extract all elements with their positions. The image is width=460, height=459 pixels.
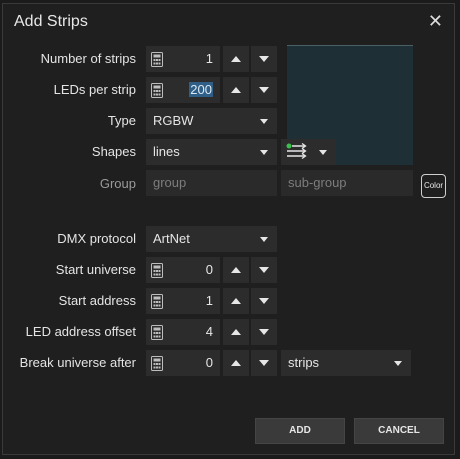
- group-label: Group: [99, 176, 136, 191]
- triangle-up-icon: [231, 56, 241, 62]
- number-of-strips-value[interactable]: 1: [168, 46, 220, 72]
- add-button[interactable]: ADD: [255, 418, 345, 444]
- start-universe-field[interactable]: 0: [146, 257, 220, 283]
- number-of-strips-increment[interactable]: [223, 46, 249, 72]
- shapes-label: Shapes: [91, 144, 136, 159]
- triangle-down-icon: [259, 329, 269, 335]
- triangle-up-icon: [231, 298, 241, 304]
- break-universe-after-decrement[interactable]: [251, 350, 277, 376]
- close-icon[interactable]: ✕: [428, 11, 443, 31]
- chevron-down-icon: [394, 361, 402, 366]
- led-address-offset-label: LED address offset: [25, 324, 136, 339]
- calculator-icon[interactable]: [146, 77, 168, 103]
- dmx-protocol-label: DMX protocol: [57, 231, 136, 246]
- start-universe-decrement[interactable]: [251, 257, 277, 283]
- start-address-increment[interactable]: [223, 288, 249, 314]
- color-button[interactable]: Color: [421, 174, 446, 198]
- break-unit-selected-value: strips: [288, 355, 320, 370]
- break-universe-after-field[interactable]: 0: [146, 350, 220, 376]
- type-select[interactable]: RGBW: [146, 108, 277, 134]
- shape-lines-icon: [286, 143, 307, 160]
- start-universe-increment[interactable]: [223, 257, 249, 283]
- leds-per-strip-label: LEDs per strip: [53, 82, 136, 97]
- sub-group-input[interactable]: sub-group: [281, 170, 413, 196]
- leds-per-strip-decrement[interactable]: [251, 77, 277, 103]
- cancel-button[interactable]: CANCEL: [354, 418, 444, 444]
- start-address-value[interactable]: 1: [168, 288, 220, 314]
- chevron-down-icon: [260, 150, 268, 155]
- group-input[interactable]: group: [146, 170, 277, 196]
- start-address-label: Start address: [58, 293, 136, 308]
- calculator-icon[interactable]: [146, 350, 168, 376]
- triangle-up-icon: [231, 329, 241, 335]
- leds-per-strip-selected-text: 200: [189, 82, 213, 97]
- leds-per-strip-value[interactable]: 200: [168, 77, 220, 103]
- triangle-down-icon: [259, 56, 269, 62]
- chevron-down-icon: [260, 237, 268, 242]
- dialog-title: Add Strips: [14, 13, 88, 30]
- led-address-offset-field[interactable]: 4: [146, 319, 220, 345]
- number-of-strips-field[interactable]: 1: [146, 46, 220, 72]
- triangle-down-icon: [259, 298, 269, 304]
- break-universe-after-increment[interactable]: [223, 350, 249, 376]
- triangle-up-icon: [231, 267, 241, 273]
- dmx-protocol-select[interactable]: ArtNet: [146, 226, 277, 252]
- break-unit-select[interactable]: strips: [281, 350, 411, 376]
- triangle-down-icon: [259, 87, 269, 93]
- number-of-strips-decrement[interactable]: [251, 46, 277, 72]
- break-universe-after-value[interactable]: 0: [168, 350, 220, 376]
- calculator-icon[interactable]: [146, 288, 168, 314]
- led-address-offset-decrement[interactable]: [251, 319, 277, 345]
- start-universe-value[interactable]: 0: [168, 257, 220, 283]
- start-address-field[interactable]: 1: [146, 288, 220, 314]
- break-universe-after-label: Break universe after: [19, 355, 136, 370]
- calculator-icon[interactable]: [146, 319, 168, 345]
- triangle-up-icon: [231, 87, 241, 93]
- shapes-select[interactable]: lines: [146, 139, 277, 165]
- type-selected-value: RGBW: [153, 113, 194, 128]
- triangle-down-icon: [259, 267, 269, 273]
- leds-per-strip-field[interactable]: 200: [146, 77, 220, 103]
- start-universe-label: Start universe: [55, 262, 136, 277]
- led-address-offset-value[interactable]: 4: [168, 319, 220, 345]
- triangle-down-icon: [259, 360, 269, 366]
- start-address-decrement[interactable]: [251, 288, 277, 314]
- led-address-offset-increment[interactable]: [223, 319, 249, 345]
- chevron-down-icon: [260, 119, 268, 124]
- dmx-protocol-selected-value: ArtNet: [153, 231, 190, 246]
- shapes-selected-value: lines: [153, 144, 180, 159]
- calculator-icon[interactable]: [146, 257, 168, 283]
- add-strips-dialog: Add Strips ✕ Number of strips 1 LEDs per…: [2, 3, 455, 455]
- shape-picker-button[interactable]: [281, 139, 336, 165]
- number-of-strips-label: Number of strips: [40, 51, 136, 66]
- type-label: Type: [107, 113, 136, 128]
- triangle-up-icon: [231, 360, 241, 366]
- calculator-icon[interactable]: [146, 46, 168, 72]
- leds-per-strip-increment[interactable]: [223, 77, 249, 103]
- chevron-down-icon: [319, 150, 327, 155]
